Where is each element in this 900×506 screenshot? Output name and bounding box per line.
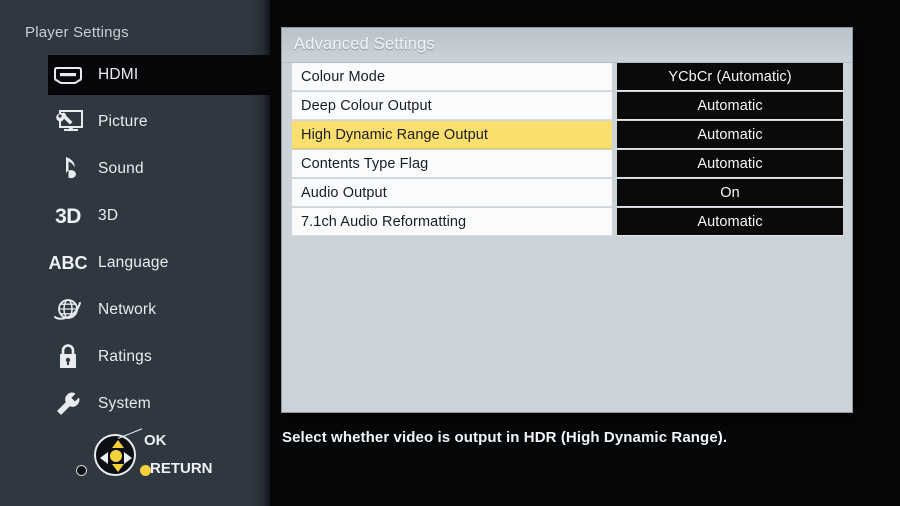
sidebar-item-sound[interactable]: Sound [48,149,270,189]
ok-pointer-line [117,428,143,439]
settings-row-label: High Dynamic Range Output [301,126,489,143]
sidebar-item-language[interactable]: ABC Language [48,243,270,283]
settings-row-label: Contents Type Flag [301,155,429,172]
monitor-wrench-icon [48,105,88,139]
abc-icon: ABC [48,253,88,273]
panel-header: Advanced Settings [282,28,852,63]
settings-row-audio-output[interactable]: Audio Output On [292,179,843,207]
dpad-legend: OK RETURN [76,428,268,488]
settings-row-value-cell[interactable]: Automatic [617,208,843,235]
dpad-up-arrow-icon [112,440,124,448]
hdmi-port-icon [48,58,88,92]
sidebar-item-label: Picture [98,113,148,130]
dpad-down-arrow-icon [112,464,124,472]
sidebar-item-hdmi[interactable]: HDMI [48,55,270,95]
settings-row-value: Automatic [697,155,763,172]
settings-row-label: Deep Colour Output [301,97,432,114]
sidebar-item-label: Ratings [98,348,152,365]
settings-row-value-cell[interactable]: YCbCr (Automatic) [617,63,843,90]
sidebar-item-label: Sound [98,160,144,177]
settings-row-value-cell[interactable]: Automatic [617,92,843,119]
settings-row-label-cell: Audio Output [292,179,612,207]
dpad-right-arrow-icon [124,452,132,464]
sidebar-item-label: 3D [98,207,119,224]
ok-label: OK [144,432,167,449]
sidebar-item-network[interactable]: Network [48,290,270,330]
settings-row-value-cell[interactable]: Automatic [617,150,843,177]
settings-row-71ch-audio-reformatting[interactable]: 7.1ch Audio Reformatting Automatic [292,208,843,236]
sidebar-item-ratings[interactable]: Ratings [48,337,270,377]
sidebar-title: Player Settings [25,24,129,41]
return-label: RETURN [150,460,213,477]
settings-row-contents-type-flag[interactable]: Contents Type Flag Automatic [292,150,843,178]
dpad-left-arrow-icon [100,452,108,464]
tv-settings-screen: Player Settings HDMI Picture Sound 3D 3D… [0,0,900,506]
dpad-center-icon [110,450,122,462]
settings-row-value: Automatic [697,213,763,230]
settings-row-label-cell: Contents Type Flag [292,150,612,178]
dpad-icon [94,434,136,476]
settings-row-high-dynamic-range-output[interactable]: High Dynamic Range Output Automatic [292,121,843,149]
settings-row-label: Audio Output [301,184,387,201]
sidebar-item-label: Network [98,301,157,318]
settings-row-value-cell[interactable]: Automatic [617,121,843,148]
settings-row-label-cell: Deep Colour Output [292,92,612,120]
music-note-icon [48,152,88,186]
return-outline-dot-icon [76,465,87,476]
settings-row-label: 7.1ch Audio Reformatting [301,213,467,230]
settings-row-value: YCbCr (Automatic) [668,68,792,85]
settings-row-deep-colour-output[interactable]: Deep Colour Output Automatic [292,92,843,120]
settings-row-label-cell: High Dynamic Range Output [292,121,612,149]
settings-row-value: Automatic [697,126,763,143]
3d-icon: 3D [55,204,81,228]
sidebar-item-label: System [98,395,151,412]
settings-row-value: Automatic [697,97,763,114]
sidebar-item-3d[interactable]: 3D 3D [48,196,270,236]
panel-title: Advanced Settings [294,35,435,53]
sidebar-item-system[interactable]: System [48,384,270,424]
settings-row-value: On [720,184,740,201]
sidebar-item-picture[interactable]: Picture [48,102,270,142]
settings-row-value-cell[interactable]: On [617,179,843,206]
padlock-icon [48,340,88,374]
settings-row-label: Colour Mode [301,68,386,85]
wrench-icon [48,387,88,421]
description-text: Select whether video is output in HDR (H… [282,429,728,446]
settings-row-colour-mode[interactable]: Colour Mode YCbCr (Automatic) [292,63,843,91]
globe-icon [48,293,88,327]
sidebar-item-label: HDMI [98,66,139,83]
sidebar-item-label: Language [98,254,169,271]
settings-row-label-cell: Colour Mode [292,63,612,91]
settings-row-label-cell: 7.1ch Audio Reformatting [292,208,612,236]
advanced-settings-panel: Advanced Settings Colour Mode YCbCr (Aut… [282,28,852,412]
sidebar: Player Settings HDMI Picture Sound 3D 3D… [0,0,270,506]
settings-rows: Colour Mode YCbCr (Automatic) Deep Colou… [292,63,843,237]
